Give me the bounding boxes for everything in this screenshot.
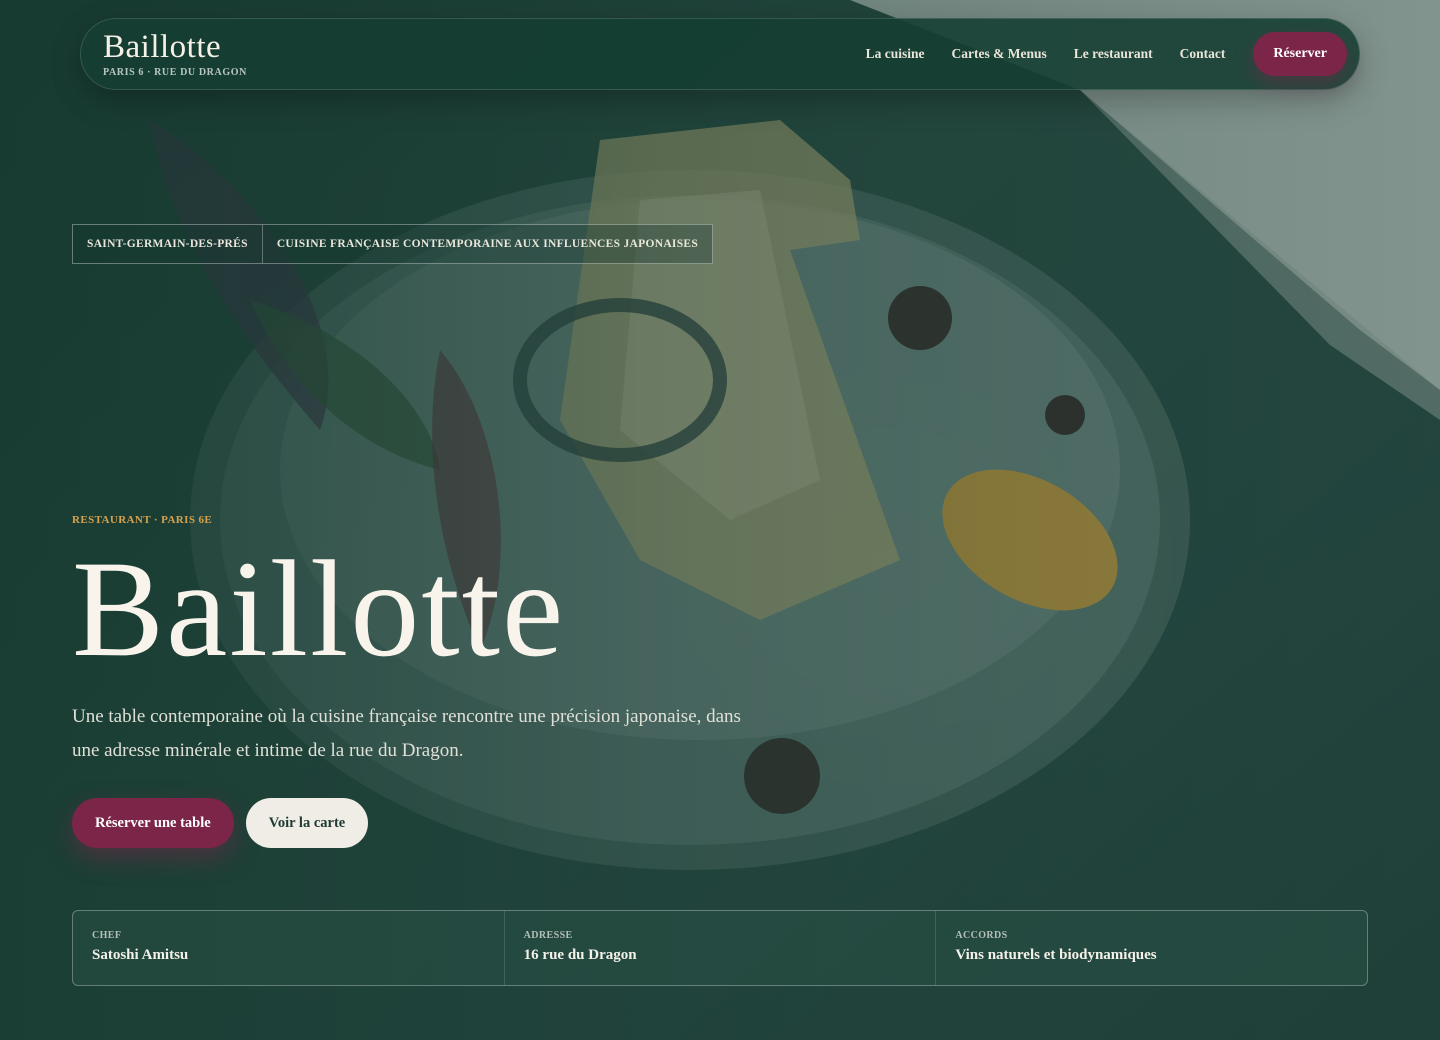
hero-tags: SAINT-GERMAIN-DES-PRÉS CUISINE FRANÇAISE… — [72, 224, 714, 264]
info-label: CHEF — [92, 930, 122, 941]
info-value: Satoshi Amitsu — [92, 947, 189, 963]
info-label: ACCORDS — [955, 930, 1008, 941]
info-value: 16 rue du Dragon — [523, 947, 637, 963]
brand-subtitle: PARIS 6 · RUE DU DRAGON — [103, 66, 247, 78]
info-label: ADRESSE — [523, 930, 573, 941]
brand-name: Baillotte — [103, 28, 222, 65]
site-header: Baillotte PARIS 6 · RUE DU DRAGON La cui… — [80, 18, 1360, 90]
main-nav: La cuisine Cartes & Menus Le restaurant … — [866, 32, 1347, 76]
hero-eyebrow: RESTAURANT · PARIS 6E — [72, 514, 213, 526]
hero-description: Une table contemporaine où la cuisine fr… — [72, 706, 741, 761]
info-strip: CHEF Satoshi Amitsu ADRESSE 16 rue du Dr… — [72, 910, 1368, 986]
tag-cuisine: CUISINE FRANÇAISE CONTEMPORAINE AUX INFL… — [261, 225, 712, 263]
view-menu-button[interactable]: Voir la carte — [245, 798, 369, 848]
info-pairings: ACCORDS Vins naturels et biodynamiques — [935, 911, 1367, 985]
nav-link-cartes-menus[interactable]: Cartes & Menus — [952, 46, 1047, 62]
hero-title: Baillotte — [72, 532, 566, 685]
nav-link-contact[interactable]: Contact — [1180, 46, 1226, 62]
brand-logo[interactable]: Baillotte PARIS 6 · RUE DU DRAGON — [103, 28, 247, 78]
nav-link-la-cuisine[interactable]: La cuisine — [866, 46, 925, 62]
hero-actions: Réserver une table Voir la carte — [72, 798, 369, 848]
hero-overlay — [0, 0, 1440, 1040]
reserve-table-button[interactable]: Réserver une table — [72, 798, 234, 848]
tag-location: SAINT-GERMAIN-DES-PRÉS — [87, 238, 248, 250]
info-chef: CHEF Satoshi Amitsu — [73, 911, 504, 985]
info-address: ADRESSE 16 rue du Dragon — [503, 911, 936, 985]
nav-link-le-restaurant[interactable]: Le restaurant — [1074, 46, 1153, 62]
reserve-button[interactable]: Réserver — [1253, 32, 1347, 76]
info-value: Vins naturels et biodynamiques — [955, 947, 1157, 963]
